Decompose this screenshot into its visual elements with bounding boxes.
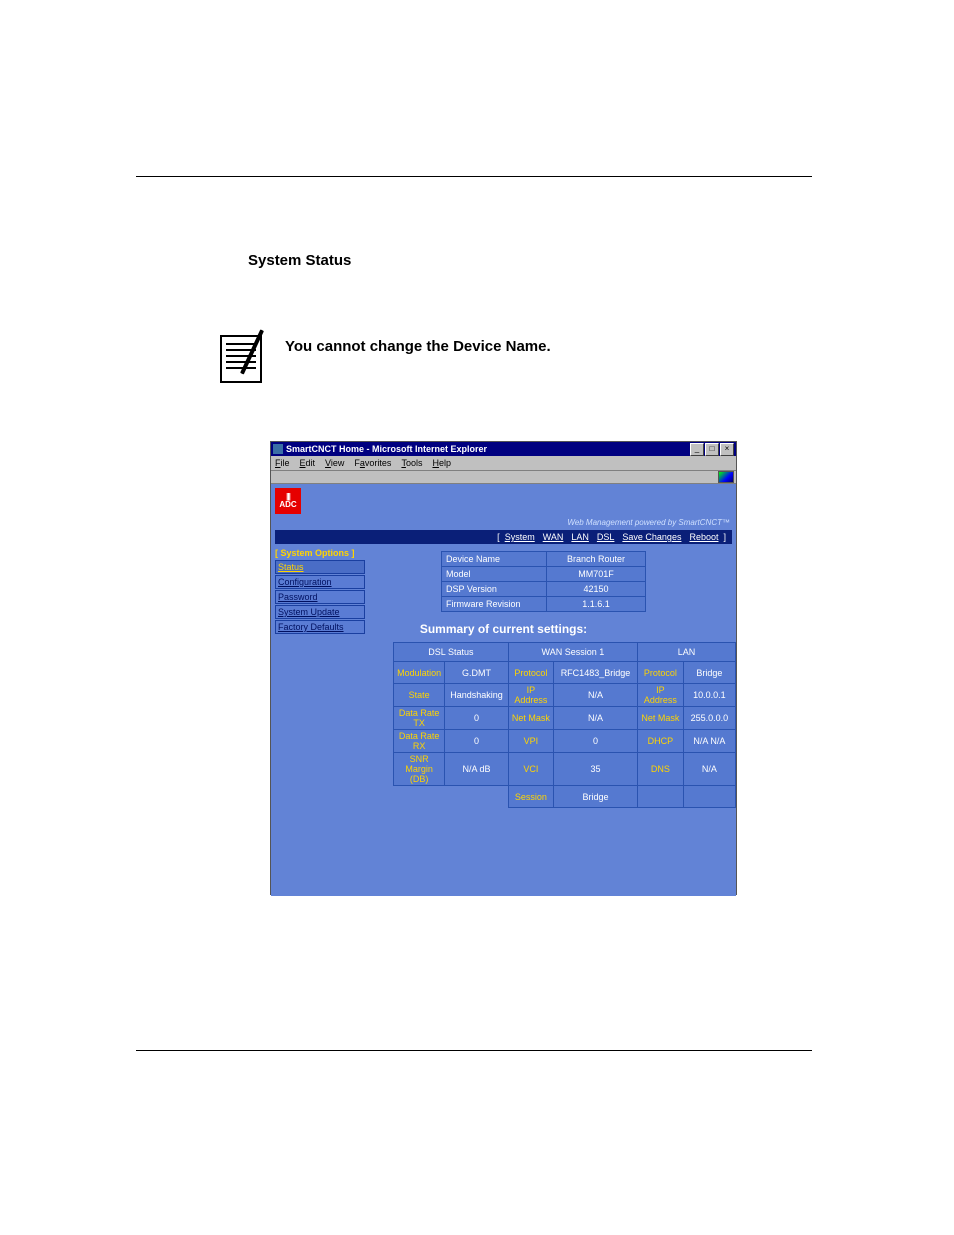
summary-title: Summary of current settings: xyxy=(271,622,736,636)
nav-reboot[interactable]: Reboot xyxy=(689,532,718,542)
sidebar-item-configuration[interactable]: Configuration xyxy=(275,575,365,589)
header-wan: WAN Session 1 xyxy=(508,643,637,662)
nav-lan[interactable]: LAN xyxy=(571,532,589,542)
menubar: File Edit View Favorites Tools Help xyxy=(271,456,736,471)
cell-label: Net Mask xyxy=(638,707,684,730)
powered-by-text: Web Management powered by SmartCNCT™ xyxy=(567,518,730,527)
info-label: DSP Version xyxy=(442,582,547,597)
cell-label: VPI xyxy=(508,730,553,753)
note-icon xyxy=(220,335,262,383)
sidebar-item-status[interactable]: Status xyxy=(275,560,365,574)
nav-system[interactable]: System xyxy=(505,532,535,542)
menu-tools[interactable]: Tools xyxy=(401,458,422,468)
sidebar-label-configuration: Configuration xyxy=(278,577,332,587)
section-heading: System Status xyxy=(248,252,351,269)
browser-window: SmartCNCT Home - Microsoft Internet Expl… xyxy=(270,441,737,895)
info-value: 42150 xyxy=(547,582,646,597)
cell-value: N/A xyxy=(553,707,637,730)
header-dsl: DSL Status xyxy=(394,643,509,662)
cell-value: 0 xyxy=(553,730,637,753)
sidebar-item-password[interactable]: Password xyxy=(275,590,365,604)
minimize-button[interactable]: _ xyxy=(690,443,704,456)
menu-edit[interactable]: Edit xyxy=(300,458,316,468)
sidebar-label-status: Status xyxy=(278,562,304,572)
info-value: MM701F xyxy=(547,567,646,582)
cell-label: Session xyxy=(508,786,553,808)
cell-value: Bridge xyxy=(683,662,735,684)
table-row: Data Rate TX 0 Net Mask N/A Net Mask 255… xyxy=(394,707,736,730)
cell-value: N/A N/A xyxy=(683,730,735,753)
menu-help[interactable]: Help xyxy=(432,458,451,468)
info-label: Device Name xyxy=(442,552,547,567)
cell-label: VCI xyxy=(508,753,553,786)
info-value: Branch Router xyxy=(547,552,646,567)
page-rule-bottom xyxy=(136,1050,812,1051)
info-row-dsp-version: DSP Version42150 xyxy=(442,582,646,597)
cell-label: Data Rate RX xyxy=(394,730,445,753)
table-row: State Handshaking IP Address N/A IP Addr… xyxy=(394,684,736,707)
table-row: Modulation G.DMT Protocol RFC1483_Bridge… xyxy=(394,662,736,684)
menu-favorites[interactable]: Favorites xyxy=(354,458,391,468)
ie-icon xyxy=(273,444,283,454)
ie-logo-icon xyxy=(718,471,734,483)
summary-table: DSL Status WAN Session 1 LAN Modulation … xyxy=(393,642,736,808)
cell-value: 0 xyxy=(445,730,509,753)
sidebar-label-system-update: System Update xyxy=(278,607,340,617)
nav-dsl[interactable]: DSL xyxy=(597,532,615,542)
device-info-table: Device NameBranch Router ModelMM701F DSP… xyxy=(441,551,646,612)
cell-value: N/A xyxy=(683,753,735,786)
close-button[interactable]: × xyxy=(720,443,734,456)
info-value: 1.1.6.1 xyxy=(547,597,646,612)
cell-value: Handshaking xyxy=(445,684,509,707)
info-row-device-name: Device NameBranch Router xyxy=(442,552,646,567)
sidebar-item-system-update[interactable]: System Update xyxy=(275,605,365,619)
cell-value: G.DMT xyxy=(445,662,509,684)
cell-label: DNS xyxy=(638,753,684,786)
info-row-model: ModelMM701F xyxy=(442,567,646,582)
table-row: Session Bridge xyxy=(394,786,736,808)
nav-wan[interactable]: WAN xyxy=(543,532,564,542)
cell-label: DHCP xyxy=(638,730,684,753)
titlebar: SmartCNCT Home - Microsoft Internet Expl… xyxy=(271,442,736,456)
cell-label: Protocol xyxy=(638,662,684,684)
page-rule-top xyxy=(136,176,812,177)
toolbar xyxy=(271,471,736,484)
cell-value: 35 xyxy=(553,753,637,786)
sidebar-title: [ System Options ] xyxy=(275,548,369,558)
window-title: SmartCNCT Home - Microsoft Internet Expl… xyxy=(286,444,487,454)
maximize-button[interactable]: □ xyxy=(705,443,719,456)
nav-bracket-left: [ xyxy=(497,532,500,542)
page-content: ||| ADC Web Management powered by SmartC… xyxy=(271,484,736,896)
cell-value: 0 xyxy=(445,707,509,730)
cell-label: IP Address xyxy=(638,684,684,707)
cell-label: IP Address xyxy=(508,684,553,707)
header-lan: LAN xyxy=(638,643,736,662)
cell-label: State xyxy=(394,684,445,707)
table-row: Data Rate RX 0 VPI 0 DHCP N/A N/A xyxy=(394,730,736,753)
nav-bracket-right: ] xyxy=(723,532,726,542)
cell-value: 10.0.0.1 xyxy=(683,684,735,707)
cell-value: N/A dB xyxy=(445,753,509,786)
cell-value: RFC1483_Bridge xyxy=(553,662,637,684)
top-navbar: [ System WAN LAN DSL Save Changes Reboot… xyxy=(275,530,732,544)
note-text: You cannot change the Device Name. xyxy=(285,338,551,355)
table-row: SNR Margin (DB) N/A dB VCI 35 DNS N/A xyxy=(394,753,736,786)
cell-value: 255.0.0.0 xyxy=(683,707,735,730)
cell-label: Modulation xyxy=(394,662,445,684)
adc-logo: ||| ADC xyxy=(275,488,301,514)
cell-label: Net Mask xyxy=(508,707,553,730)
info-label: Model xyxy=(442,567,547,582)
menu-view[interactable]: View xyxy=(325,458,344,468)
adc-logo-text: ADC xyxy=(279,501,296,509)
menu-file[interactable]: File xyxy=(275,458,290,468)
nav-save-changes[interactable]: Save Changes xyxy=(622,532,681,542)
cell-value: N/A xyxy=(553,684,637,707)
cell-value: Bridge xyxy=(553,786,637,808)
cell-label: Data Rate TX xyxy=(394,707,445,730)
info-row-firmware: Firmware Revision1.1.6.1 xyxy=(442,597,646,612)
cell-label: SNR Margin (DB) xyxy=(394,753,445,786)
info-label: Firmware Revision xyxy=(442,597,547,612)
sidebar-label-password: Password xyxy=(278,592,318,602)
cell-label: Protocol xyxy=(508,662,553,684)
